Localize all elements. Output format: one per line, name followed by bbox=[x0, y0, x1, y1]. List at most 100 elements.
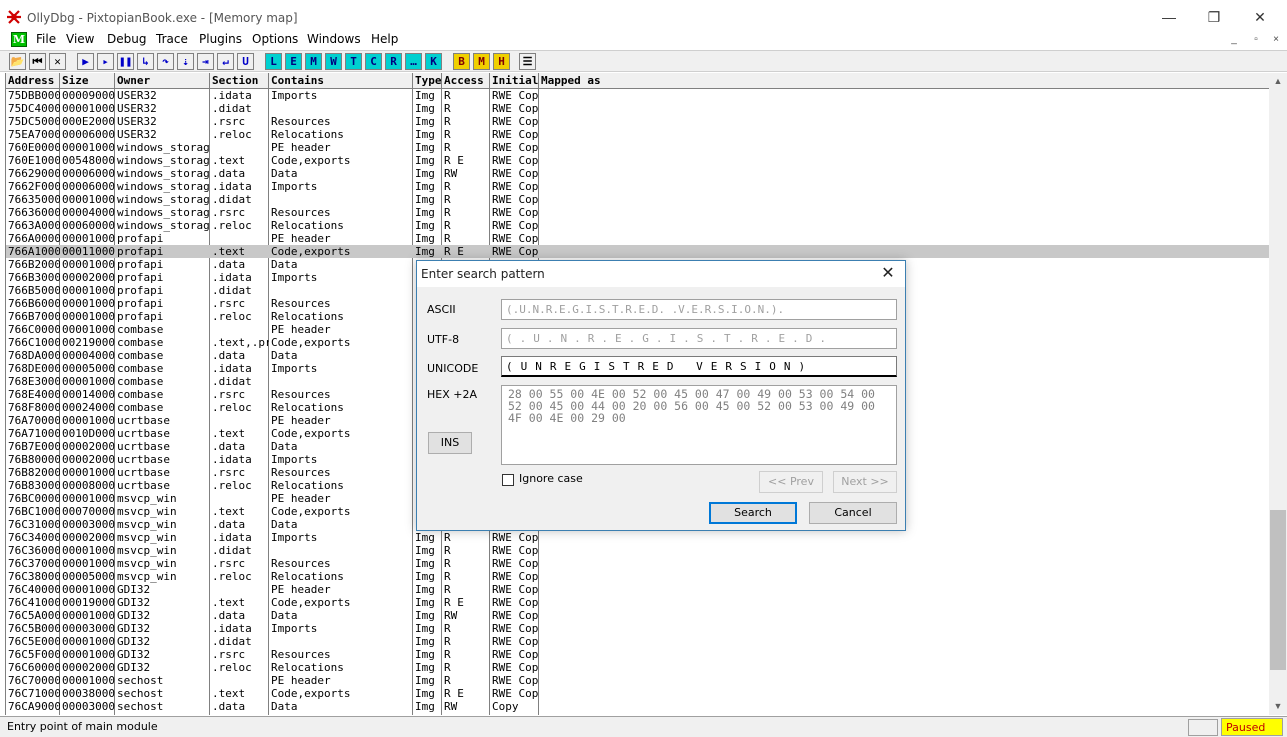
table-row[interactable]: 75EA7000 00006000 USER32 .reloc Relocations I… bbox=[6, 128, 1269, 141]
cell-contains: Resources bbox=[271, 557, 331, 570]
menu-view[interactable]: View bbox=[66, 32, 94, 46]
cell-type: Img bbox=[415, 648, 435, 661]
hardware-breakpoints-icon[interactable]: H bbox=[493, 53, 510, 70]
table-row[interactable]: 76629000 00006000 windows_storage .data Data… bbox=[6, 167, 1269, 180]
call-stack-icon[interactable]: … bbox=[405, 53, 422, 70]
ignore-case-checkbox[interactable] bbox=[502, 474, 514, 486]
memory-window-icon[interactable]: M bbox=[305, 53, 322, 70]
pause-icon[interactable]: ❚❚ bbox=[117, 53, 134, 70]
table-row[interactable]: 76C5E00000001000GDI32 .didat Img R RWE Copy bbox=[6, 635, 1269, 648]
table-row[interactable]: 76C40000 00001000 GDI32 PE header Img R RWE Co… bbox=[6, 583, 1269, 596]
table-row[interactable]: 76C41000 00019000 GDI32 .text Code,exports Im… bbox=[6, 596, 1269, 609]
execute-till-return-icon[interactable]: ↵ bbox=[217, 53, 234, 70]
table-row[interactable]: 766A0000 00001000 profapi PE header Img R RWE … bbox=[6, 232, 1269, 245]
table-row[interactable]: 7662F000 00006000 windows_storage .idata Imp… bbox=[6, 180, 1269, 193]
prev-button[interactable]: << Prev bbox=[759, 471, 823, 493]
table-row[interactable]: 76C70000 00001000 sechost PE header Img R RWE … bbox=[6, 674, 1269, 687]
step-into-icon[interactable]: ↳ bbox=[137, 53, 154, 70]
cell-initial: RWE Copy bbox=[492, 661, 539, 674]
table-row[interactable]: 760E1000 00548000 windows_storage .text Code… bbox=[6, 154, 1269, 167]
table-row[interactable]: 76C36000 00001000 msvcp_win .didat Img R RWE C… bbox=[6, 544, 1269, 557]
table-row[interactable]: 75DC5000 000E2000 USER32 .rsrc Resources Img R… bbox=[6, 115, 1269, 128]
cell-address: 76C36000 bbox=[8, 544, 60, 557]
threads-window-icon[interactable]: T bbox=[345, 53, 362, 70]
table-row[interactable]: 7663A000 00060000 windows_storage .reloc Rel… bbox=[6, 219, 1269, 232]
execute-till-user-icon[interactable]: U bbox=[237, 53, 254, 70]
run-icon[interactable]: ▶ bbox=[77, 53, 94, 70]
column-header-address[interactable]: Address bbox=[6, 73, 60, 89]
trace-into-icon[interactable]: ⇣ bbox=[177, 53, 194, 70]
utf8-input[interactable]: (.U.N.R.E.G.I.S.T.R.E.D. bbox=[501, 328, 897, 349]
menu-plugins[interactable]: Plugins bbox=[199, 32, 242, 46]
run-thread-icon[interactable]: ▸ bbox=[97, 53, 114, 70]
column-header-type[interactable]: Type bbox=[413, 73, 442, 89]
mdi-minimize-button[interactable]: _ bbox=[1225, 32, 1243, 48]
menu-file[interactable]: File bbox=[36, 32, 56, 46]
table-row[interactable]: 76635000 00001000 windows_storage .didat Img… bbox=[6, 193, 1269, 206]
table-row[interactable]: 75DBB000 00009000 USER32 .idata Imports Img R R… bbox=[6, 89, 1269, 102]
scroll-thumb[interactable] bbox=[1270, 510, 1286, 670]
cell-section: .text bbox=[212, 596, 246, 609]
scroll-down-icon[interactable]: ▼ bbox=[1269, 698, 1287, 715]
cancel-button[interactable]: Cancel bbox=[809, 502, 897, 524]
table-row[interactable]: 76C71000 00038000 sechost .text Code,exports… bbox=[6, 687, 1269, 700]
open-folder-icon[interactable]: 📂 bbox=[9, 53, 26, 70]
table-row[interactable]: 76636000 00004000 windows_storage .rsrc Reso… bbox=[6, 206, 1269, 219]
table-row[interactable]: 76C34000 00002000 msvcp_win .idata Imports Im… bbox=[6, 531, 1269, 544]
search-button[interactable]: Search bbox=[709, 502, 797, 524]
next-button[interactable]: Next >> bbox=[833, 471, 897, 493]
table-row[interactable]: 76CA9000 00003000 sechost .data Data Img RW Cop… bbox=[6, 700, 1269, 713]
column-header-size[interactable]: Size bbox=[60, 73, 115, 89]
column-header-initial[interactable]: Initial bbox=[490, 73, 539, 89]
table-row[interactable]: 75DC400000001000USER32 .didat Img R RWE Copy bbox=[6, 102, 1269, 115]
table-row[interactable]: 76C60000 00002000 GDI32 .reloc Relocations Im… bbox=[6, 661, 1269, 674]
modules-window-icon[interactable]: E bbox=[285, 53, 302, 70]
menu-windows[interactable]: Windows bbox=[307, 32, 361, 46]
cell-owner: msvcp_win bbox=[117, 544, 177, 557]
patches-window-icon[interactable]: R bbox=[385, 53, 402, 70]
ins-button[interactable]: INS bbox=[428, 432, 472, 454]
cell-section: .reloc bbox=[212, 479, 252, 492]
column-header-section[interactable]: Section bbox=[210, 73, 269, 89]
close-window-button[interactable]: ✕ bbox=[1237, 4, 1283, 30]
k-window-icon[interactable]: K bbox=[425, 53, 442, 70]
minimize-button[interactable]: — bbox=[1146, 4, 1192, 30]
table-row[interactable]: 76C5F000 00001000 GDI32 .rsrc Resources Img R R… bbox=[6, 648, 1269, 661]
windows-list-icon[interactable]: W bbox=[325, 53, 342, 70]
menu-options[interactable]: Options bbox=[252, 32, 298, 46]
dialog-close-icon[interactable]: ✕ bbox=[877, 264, 899, 284]
menu-debug[interactable]: Debug bbox=[107, 32, 146, 46]
table-row[interactable]: 76C5A000 00001000 GDI32 .data Data Img RW RWE C… bbox=[6, 609, 1269, 622]
trace-over-icon[interactable]: ⇥ bbox=[197, 53, 214, 70]
breakpoints-window-icon[interactable]: B bbox=[453, 53, 470, 70]
list-icon[interactable]: ☰ bbox=[519, 53, 536, 70]
column-header-owner[interactable]: Owner bbox=[115, 73, 210, 89]
restart-icon[interactable]: ⏮ bbox=[29, 53, 46, 70]
vertical-scrollbar[interactable]: ▲ ▼ bbox=[1269, 73, 1287, 715]
menu-help[interactable]: Help bbox=[371, 32, 398, 46]
restore-button[interactable]: ❐ bbox=[1191, 4, 1237, 30]
cell-size: 00038000 bbox=[62, 687, 115, 700]
cpu-window-icon[interactable]: C bbox=[365, 53, 382, 70]
mdi-close-button[interactable]: × bbox=[1267, 32, 1285, 48]
memory-breakpoints-icon[interactable]: M bbox=[473, 53, 490, 70]
cell-size: 00006000 bbox=[62, 180, 115, 193]
table-row[interactable]: 766A1000 00011000 profapi .text Code,exports… bbox=[6, 245, 1269, 258]
column-header-mapped-as[interactable]: Mapped as bbox=[539, 73, 1269, 89]
scroll-up-icon[interactable]: ▲ bbox=[1269, 73, 1287, 90]
table-row[interactable]: 76C37000 00001000 msvcp_win .rsrc Resources I… bbox=[6, 557, 1269, 570]
mdi-restore-button[interactable]: ▫ bbox=[1247, 32, 1265, 48]
hex-input[interactable]: 28 00 55 00 4E 00 52 00 45 00 47 00 49 0… bbox=[501, 385, 897, 465]
step-over-icon[interactable]: ↷ bbox=[157, 53, 174, 70]
close-process-icon[interactable]: ✕ bbox=[49, 53, 66, 70]
column-header-contains[interactable]: Contains bbox=[269, 73, 413, 89]
table-row[interactable]: 76C38000 00005000 msvcp_win .reloc Relocatio… bbox=[6, 570, 1269, 583]
unicode-input[interactable]: (UNREGISTRED VERSION) bbox=[501, 356, 897, 377]
menu-trace[interactable]: Trace bbox=[156, 32, 188, 46]
ascii-input[interactable]: (.U.N.R.E.G.I.S.T.R.E.D. .V.E.R.S.I.O.N.… bbox=[501, 299, 897, 320]
table-row[interactable]: 760E0000 00001000 windows_storage PE header… bbox=[6, 141, 1269, 154]
column-header-access[interactable]: Access bbox=[442, 73, 490, 89]
log-window-icon[interactable]: L bbox=[265, 53, 282, 70]
table-row[interactable]: 76C5B000 00003000 GDI32 .idata Imports Img R RW… bbox=[6, 622, 1269, 635]
mdi-child-icon[interactable]: M bbox=[11, 32, 27, 47]
